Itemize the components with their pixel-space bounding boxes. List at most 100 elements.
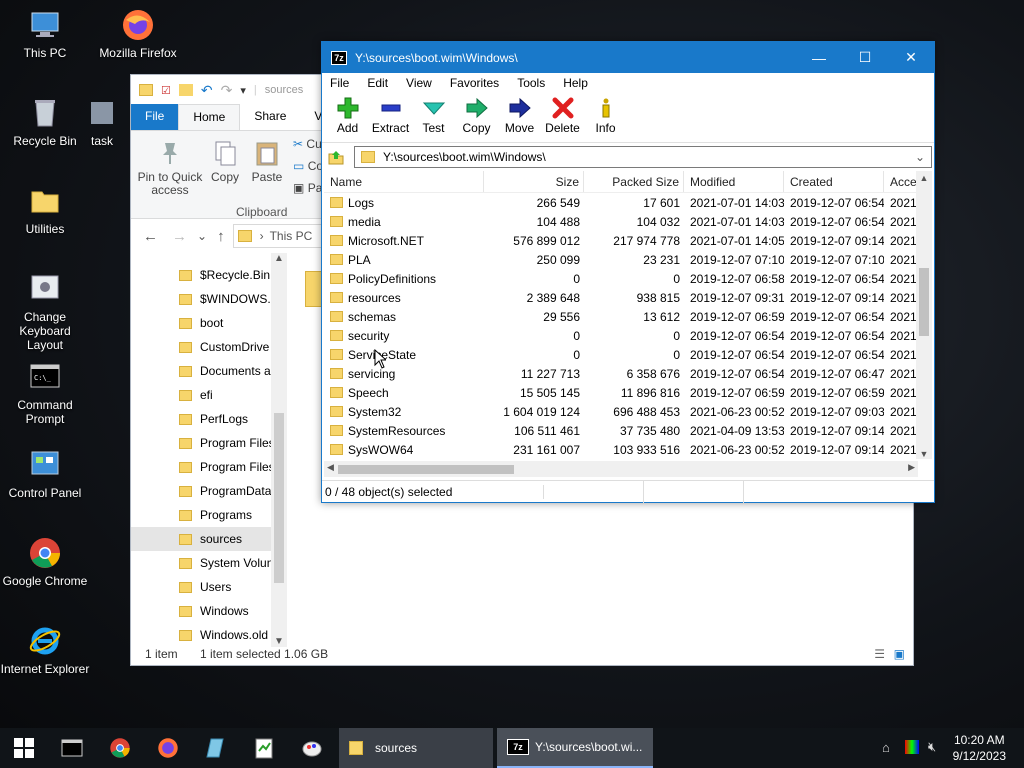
column-header-name[interactable]: Name: [324, 171, 484, 192]
nav-item[interactable]: $WINDOWS.~: [131, 287, 287, 311]
nav-item[interactable]: efi: [131, 383, 287, 407]
file-list[interactable]: Name Size Packed Size Modified Created A…: [324, 171, 920, 459]
customize-qat-icon[interactable]: ▾: [240, 84, 246, 97]
large-icons-view-icon[interactable]: ▣: [894, 647, 905, 661]
table-row[interactable]: ServiceState 0 0 2019-12-07 06:54 2019-12-07…: [324, 345, 920, 364]
nav-item[interactable]: Program Files: [131, 455, 287, 479]
taskbar-window-sources[interactable]: sources: [339, 728, 493, 768]
taskbar-paint[interactable]: [288, 728, 336, 768]
taskbar-window-sevenzip[interactable]: 7z Y:\sources\boot.wi...: [497, 728, 653, 768]
desktop-icon-utilities[interactable]: Utilities: [0, 184, 90, 236]
undo-icon[interactable]: ↶: [201, 82, 213, 99]
horizontal-scrollbar[interactable]: ◀ ▶: [324, 461, 918, 477]
desktop-icon-internet-explorer[interactable]: Internet Explorer: [0, 624, 90, 676]
taskbar-app-blue[interactable]: [192, 728, 240, 768]
table-row[interactable]: Logs 266 549 17 601 2021-07-01 14:03 2019-12…: [324, 193, 920, 212]
folder-up-icon[interactable]: [328, 149, 344, 165]
scroll-thumb[interactable]: [919, 268, 929, 336]
nav-item[interactable]: $Recycle.Bin: [131, 263, 287, 287]
network-icon[interactable]: ⌂: [882, 740, 890, 755]
menu-file[interactable]: File: [330, 76, 349, 90]
nav-item-selected[interactable]: sources: [131, 527, 287, 551]
scroll-left-icon[interactable]: ◀: [327, 462, 334, 473]
taskbar-chrome[interactable]: [96, 728, 144, 768]
table-row[interactable]: resources 2 389 648 938 815 2019-12-07 09:3…: [324, 288, 920, 307]
scroll-up-icon[interactable]: ▲: [271, 253, 287, 264]
menu-view[interactable]: View: [406, 76, 432, 90]
taskbar-firefox[interactable]: [144, 728, 192, 768]
maximize-button[interactable]: ☐: [842, 42, 888, 73]
color-app-icon[interactable]: [905, 740, 919, 754]
table-row[interactable]: Microsoft.NET 576 899 012 217 974 778 2021-…: [324, 231, 920, 250]
new-folder-icon[interactable]: [178, 84, 193, 96]
sevenzip-title-bar[interactable]: 7z Y:\sources\boot.wim\Windows\ — ☐ ✕: [322, 42, 934, 73]
desktop-icon-keyboard-layout[interactable]: Change Keyboard Layout: [0, 272, 90, 352]
copy-button[interactable]: Copy: [455, 93, 498, 142]
column-header-created[interactable]: Created: [784, 171, 884, 192]
tab-share[interactable]: Share: [240, 104, 300, 130]
desktop-icon-chrome[interactable]: Google Chrome: [0, 536, 90, 588]
clock[interactable]: 10:20 AM 9/12/2023: [953, 732, 1006, 764]
nav-item[interactable]: Users: [131, 575, 287, 599]
scroll-thumb[interactable]: [274, 413, 284, 583]
menu-help[interactable]: Help: [563, 76, 588, 90]
minimize-button[interactable]: —: [796, 42, 842, 73]
nav-item[interactable]: System Volun: [131, 551, 287, 575]
table-row[interactable]: SystemResources 106 511 461 37 735 480 2021…: [324, 421, 920, 440]
pin-quick-access-button[interactable]: Pin to Quick access: [137, 139, 203, 197]
details-view-icon[interactable]: ☰: [874, 647, 885, 661]
forward-icon[interactable]: →: [172, 228, 187, 245]
taskbar-notepad[interactable]: [240, 728, 288, 768]
navigation-scrollbar[interactable]: ▲ ▼: [271, 253, 287, 647]
test-button[interactable]: Test: [412, 93, 455, 142]
column-header-modified[interactable]: Modified: [684, 171, 784, 192]
column-header-accessed[interactable]: Acce: [884, 171, 920, 192]
properties-icon[interactable]: ☑: [161, 84, 171, 97]
nav-item[interactable]: Windows: [131, 599, 287, 623]
nav-item[interactable]: CustomDrive: [131, 335, 287, 359]
nav-item[interactable]: Programs: [131, 503, 287, 527]
tab-file[interactable]: File: [131, 104, 179, 130]
move-button[interactable]: Move: [498, 93, 541, 142]
nav-item[interactable]: Program Files: [131, 431, 287, 455]
table-row[interactable]: security 0 0 2019-12-07 06:54 2019-12-07 06:…: [324, 326, 920, 345]
table-row[interactable]: Speech 15 505 145 11 896 816 2019-12-07 06:…: [324, 383, 920, 402]
table-row[interactable]: PolicyDefinitions 0 0 2019-12-07 06:58 2019-…: [324, 269, 920, 288]
paste-button[interactable]: Paste: [249, 139, 285, 184]
desktop-icon-task[interactable]: task: [72, 96, 132, 148]
desktop-icon-command-prompt[interactable]: C:\_ Command Prompt: [0, 360, 90, 426]
menu-favorites[interactable]: Favorites: [450, 76, 499, 90]
paste-shortcut-button[interactable]: ▣ Pa: [293, 181, 322, 195]
nav-item[interactable]: PerfLogs: [131, 407, 287, 431]
taskbar-command-prompt[interactable]: [48, 728, 96, 768]
scroll-right-icon[interactable]: ▶: [908, 462, 915, 473]
menu-edit[interactable]: Edit: [367, 76, 388, 90]
chevron-down-icon[interactable]: ⌄: [915, 150, 931, 164]
add-button[interactable]: Add: [326, 93, 369, 142]
nav-item[interactable]: ProgramData: [131, 479, 287, 503]
desktop-icon-this-pc[interactable]: This PC: [0, 8, 90, 60]
breadcrumb-this-pc[interactable]: This PC: [270, 229, 313, 243]
table-row[interactable]: schemas 29 556 13 612 2019-12-07 06:59 2019-…: [324, 307, 920, 326]
start-button[interactable]: [0, 728, 48, 768]
column-header-size[interactable]: Size: [484, 171, 584, 192]
table-row[interactable]: PLA 250 099 23 231 2019-12-07 07:10 2019-12-…: [324, 250, 920, 269]
address-bar[interactable]: Y:\sources\boot.wim\Windows\ ⌄: [354, 146, 932, 168]
copy-button[interactable]: Copy: [209, 139, 241, 184]
close-button[interactable]: ✕: [888, 42, 934, 73]
nav-item[interactable]: boot: [131, 311, 287, 335]
delete-button[interactable]: Delete: [541, 93, 584, 142]
tab-home[interactable]: Home: [178, 104, 241, 130]
scroll-up-icon[interactable]: ▲: [916, 171, 932, 185]
scroll-thumb[interactable]: [338, 465, 514, 474]
scroll-down-icon[interactable]: ▼: [916, 449, 932, 459]
redo-icon[interactable]: ↷: [221, 82, 233, 99]
desktop-icon-firefox[interactable]: Mozilla Firefox: [93, 8, 183, 60]
desktop-icon-control-panel[interactable]: Control Panel: [0, 448, 90, 500]
menu-tools[interactable]: Tools: [517, 76, 545, 90]
column-header-packed-size[interactable]: Packed Size: [584, 171, 684, 192]
up-icon[interactable]: ↑: [217, 228, 225, 245]
copy-path-button[interactable]: ▭ Co: [293, 159, 323, 173]
vertical-scrollbar[interactable]: ▲ ▼: [916, 171, 932, 459]
info-button[interactable]: Info: [584, 93, 627, 142]
